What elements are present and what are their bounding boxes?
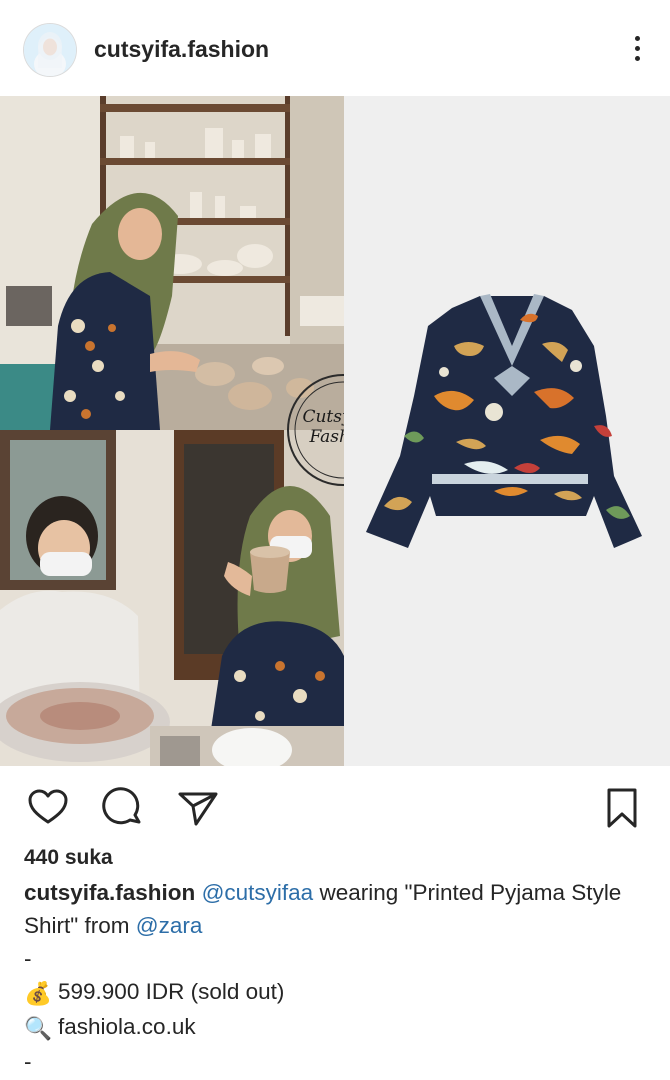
site-text: fashiola.co.uk: [58, 1014, 196, 1039]
product-shirt-image: [344, 96, 670, 766]
profile-avatar[interactable]: [24, 24, 76, 76]
watermark-line-2: Fashion: [308, 427, 344, 447]
mention-cutsyifaa[interactable]: @cutsyifaa: [202, 880, 314, 905]
post-header: cutsyifa.fashion: [0, 0, 670, 96]
send-icon[interactable]: [176, 786, 220, 830]
heart-icon[interactable]: [26, 786, 70, 830]
price-text: 599.900 IDR (sold out): [58, 979, 285, 1004]
like-count[interactable]: 440 suka: [24, 846, 113, 870]
mention-zara[interactable]: @zara: [136, 913, 203, 938]
more-options-icon[interactable]: [632, 36, 642, 64]
post-username[interactable]: cutsyifa.fashion: [94, 36, 269, 63]
post-actions: [0, 766, 670, 846]
magnifier-icon: 🔍: [24, 1016, 53, 1041]
watermark-line-1: Cutsyifaa: [302, 407, 344, 427]
caption-username[interactable]: cutsyifa.fashion: [24, 880, 195, 905]
caption-text-1: wearing "Printed Pyjama Style: [313, 880, 622, 905]
bookmark-icon[interactable]: [600, 786, 644, 830]
comment-icon[interactable]: [101, 786, 145, 830]
caption-dash-2: -: [24, 1049, 32, 1074]
avatar-image: [24, 24, 76, 76]
money-bag-icon: 💰: [24, 981, 53, 1006]
caption-dash-1: -: [24, 946, 32, 971]
caption-text-2: Shirt" from: [24, 913, 136, 938]
post-caption: cutsyifa.fashion @cutsyifaa wearing "Pri…: [24, 876, 649, 1078]
collage-photos: Cutsyifaa Fashion: [0, 96, 344, 766]
post-image[interactable]: Cutsyifaa Fashion: [0, 96, 670, 766]
